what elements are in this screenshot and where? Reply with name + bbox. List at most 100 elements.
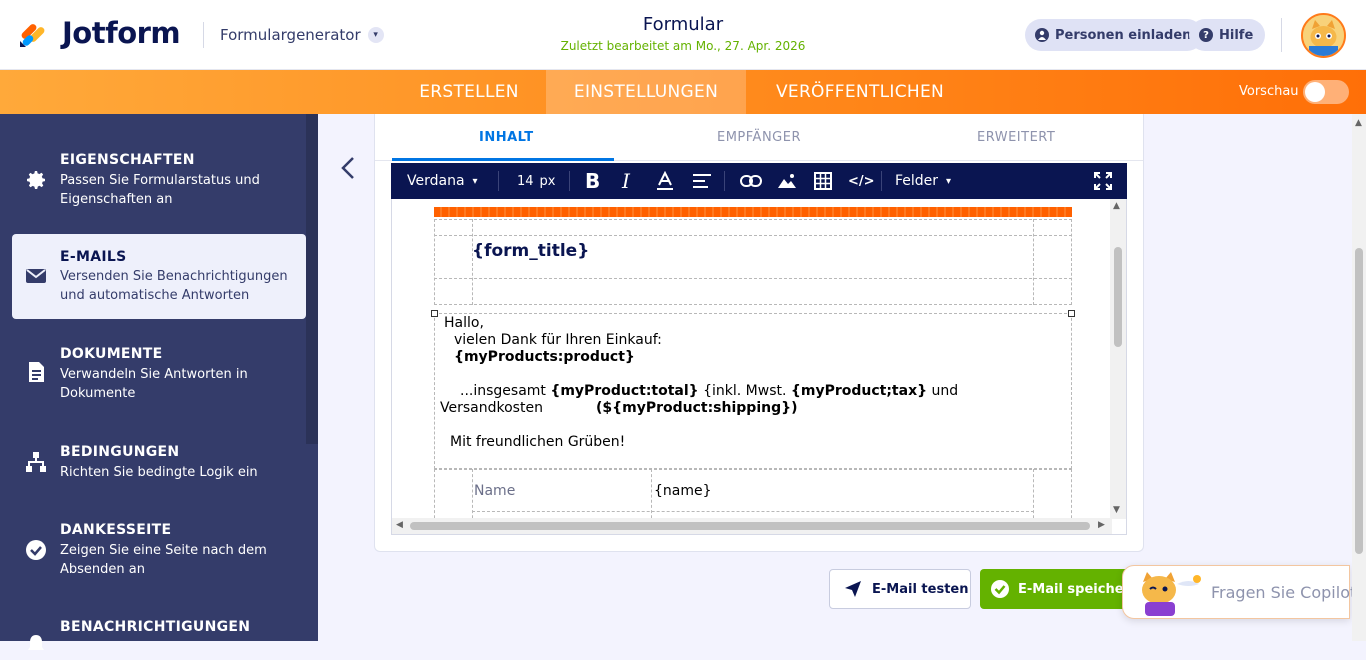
sidebar-item-emails[interactable]: E-MAILS Versenden Sie Benachrichtigungen… xyxy=(12,234,306,319)
fields-label: Felder xyxy=(895,173,939,189)
scroll-up-icon[interactable]: ▲ xyxy=(1355,118,1362,128)
bell-icon xyxy=(24,632,48,656)
form-generator-dropdown[interactable]: Formulargenerator ▾ xyxy=(220,26,384,44)
fields-dropdown[interactable]: Felder ▾ xyxy=(895,163,951,199)
italic-icon[interactable]: I xyxy=(622,163,630,199)
tab-settings[interactable]: EINSTELLUNGEN xyxy=(546,70,746,114)
greeting-text: Hallo, xyxy=(444,315,484,331)
invite-people-button[interactable]: Personen einladen xyxy=(1025,19,1204,51)
help-icon: ? xyxy=(1199,28,1213,42)
tab-advanced[interactable]: ERWEITERT xyxy=(977,130,1055,145)
align-icon[interactable] xyxy=(693,163,711,199)
thanks-text: vielen Dank für Ihren Einkauf: xyxy=(454,332,662,348)
sidebar-item-desc: Verwandeln Sie Antworten in Dokumente xyxy=(60,367,248,401)
scroll-thumb[interactable] xyxy=(1114,247,1122,347)
help-label: Hilfe xyxy=(1219,27,1254,43)
sidebar-item-desc: Versenden Sie Benachrichtigungen und aut… xyxy=(60,269,288,303)
sidebar-item-desc: Zeigen Sie eine Seite nach dem Absenden … xyxy=(60,543,267,577)
font-size-value: 14 xyxy=(517,173,534,189)
page-scrollbar[interactable]: ▲ xyxy=(1352,114,1366,641)
and-text: und xyxy=(931,383,959,399)
total-placeholder: {myProduct:total} xyxy=(550,383,699,399)
chevron-down-icon: ▾ xyxy=(946,175,952,187)
save-email-button[interactable]: E-Mail speichern xyxy=(980,569,1140,609)
header-divider xyxy=(1281,18,1282,52)
scroll-left-icon[interactable]: ◀ xyxy=(396,520,403,530)
toolbar-separator xyxy=(569,171,570,191)
last-edited-status: Zuletzt bearbeitet am Mo., 27. Apr. 2026 xyxy=(560,39,806,53)
form-title-block: Formular Zuletzt bearbeitet am Mo., 27. … xyxy=(540,14,826,53)
bold-icon[interactable]: B xyxy=(585,163,600,199)
field-value-name: {name} xyxy=(654,483,712,499)
sidebar-item-documents[interactable]: DOKUMENTE Verwandeln Sie Antworten in Do… xyxy=(12,336,306,416)
font-size-unit: px xyxy=(539,173,556,189)
editor-horizontal-scrollbar[interactable]: ◀ ▶ xyxy=(392,518,1112,534)
top-header: Jotform Formulargenerator ▾ Formular Zul… xyxy=(0,0,1366,70)
toolbar-separator xyxy=(498,171,499,191)
test-email-button[interactable]: E-Mail testen xyxy=(829,569,971,609)
sidebar-item-title: BEDINGUNGEN xyxy=(60,444,180,460)
sidebar-item-title: EIGENSCHAFTEN xyxy=(60,152,195,168)
tab-recipients[interactable]: EMPFÄNGER xyxy=(717,130,801,145)
incl-vat-text: {inkl. Mwst. xyxy=(703,383,787,399)
toolbar-separator xyxy=(724,171,725,191)
check-circle-icon xyxy=(24,538,48,562)
sidebar-item-thank-you[interactable]: DANKESSEITE Zeigen Sie eine Seite nach d… xyxy=(12,512,306,592)
font-size-input[interactable]: 14 px xyxy=(517,163,556,199)
code-icon[interactable]: </> xyxy=(848,163,875,199)
test-email-label: E-Mail testen xyxy=(872,581,969,597)
link-icon[interactable] xyxy=(740,163,762,199)
closing-text: Mit freundlichen Grüben! xyxy=(450,434,626,450)
gear-icon xyxy=(24,168,48,192)
sidebar-item-title: DANKESSEITE xyxy=(60,522,172,538)
email-body-editor[interactable]: {form_title} Hallo, vielen Dank für Ihre… xyxy=(391,199,1127,535)
shipping-label: Versandkosten xyxy=(440,400,543,416)
sidebar-item-desc: Richten Sie bedingte Logik ein xyxy=(60,465,258,480)
scroll-down-icon[interactable]: ▼ xyxy=(1113,505,1120,515)
form-title[interactable]: Formular xyxy=(540,14,826,35)
scroll-up-icon[interactable]: ▲ xyxy=(1113,201,1120,211)
chevron-down-icon: ▾ xyxy=(367,27,384,43)
tax-placeholder: {myProduct;tax} xyxy=(790,383,928,399)
document-icon xyxy=(24,360,48,384)
invite-people-label: Personen einladen xyxy=(1055,27,1192,43)
text-color-icon[interactable] xyxy=(656,163,674,199)
tab-content[interactable]: INHALT xyxy=(479,130,534,145)
sidebar-item-desc: Passen Sie Formularstatus und Eigenschaf… xyxy=(60,173,260,207)
sidebar-item-properties[interactable]: EIGENSCHAFTEN Passen Sie Formularstatus … xyxy=(12,142,306,222)
avatar[interactable] xyxy=(1301,13,1346,58)
sidebar-scrollbar[interactable] xyxy=(306,114,318,444)
table-icon[interactable] xyxy=(814,163,832,199)
back-arrow-icon[interactable] xyxy=(338,155,358,188)
shipping-placeholder: (${myProduct:shipping}) xyxy=(596,400,798,416)
user-icon xyxy=(1035,28,1049,42)
preview-toggle[interactable] xyxy=(1303,80,1349,104)
font-family-select[interactable]: Verdana ▾ xyxy=(407,163,478,199)
sidebar-item-notifications[interactable]: BENACHRICHTIGUNGEN xyxy=(12,610,306,650)
toggle-knob xyxy=(1305,82,1325,102)
editor-vertical-scrollbar[interactable]: ▲ ▼ xyxy=(1110,199,1126,519)
resize-handle[interactable] xyxy=(1068,310,1075,317)
total-prefix: ...insgesamt xyxy=(460,383,546,399)
scroll-thumb[interactable] xyxy=(1355,248,1363,554)
scroll-thumb[interactable] xyxy=(410,522,1090,530)
jotform-logo-icon xyxy=(18,17,50,49)
sidebar-item-title: BENACHRICHTIGUNGEN xyxy=(60,619,251,635)
tab-publish[interactable]: VERÖFFENTLICHEN xyxy=(752,70,968,114)
jotform-logo[interactable]: Jotform xyxy=(18,16,181,50)
copilot-button[interactable]: Fragen Sie Copilot xyxy=(1122,565,1356,620)
copilot-label: Fragen Sie Copilot xyxy=(1211,583,1357,602)
preview-label: Vorschau xyxy=(1239,84,1299,99)
tab-create[interactable]: ERSTELLEN xyxy=(398,70,540,114)
scroll-right-icon[interactable]: ▶ xyxy=(1098,520,1105,530)
fields-table-row-line xyxy=(472,511,1034,512)
copilot-mascot-icon xyxy=(1137,570,1205,620)
fullscreen-icon[interactable] xyxy=(1094,163,1112,199)
image-icon[interactable] xyxy=(777,163,797,199)
form-title-placeholder[interactable]: {form_title} xyxy=(472,241,589,261)
sidebar-item-conditions[interactable]: BEDINGUNGEN Richten Sie bedingte Logik e… xyxy=(12,434,306,494)
form-generator-label: Formulargenerator xyxy=(220,26,361,44)
send-icon xyxy=(844,580,862,598)
resize-handle[interactable] xyxy=(431,310,438,317)
help-button[interactable]: ? Hilfe xyxy=(1189,19,1266,51)
